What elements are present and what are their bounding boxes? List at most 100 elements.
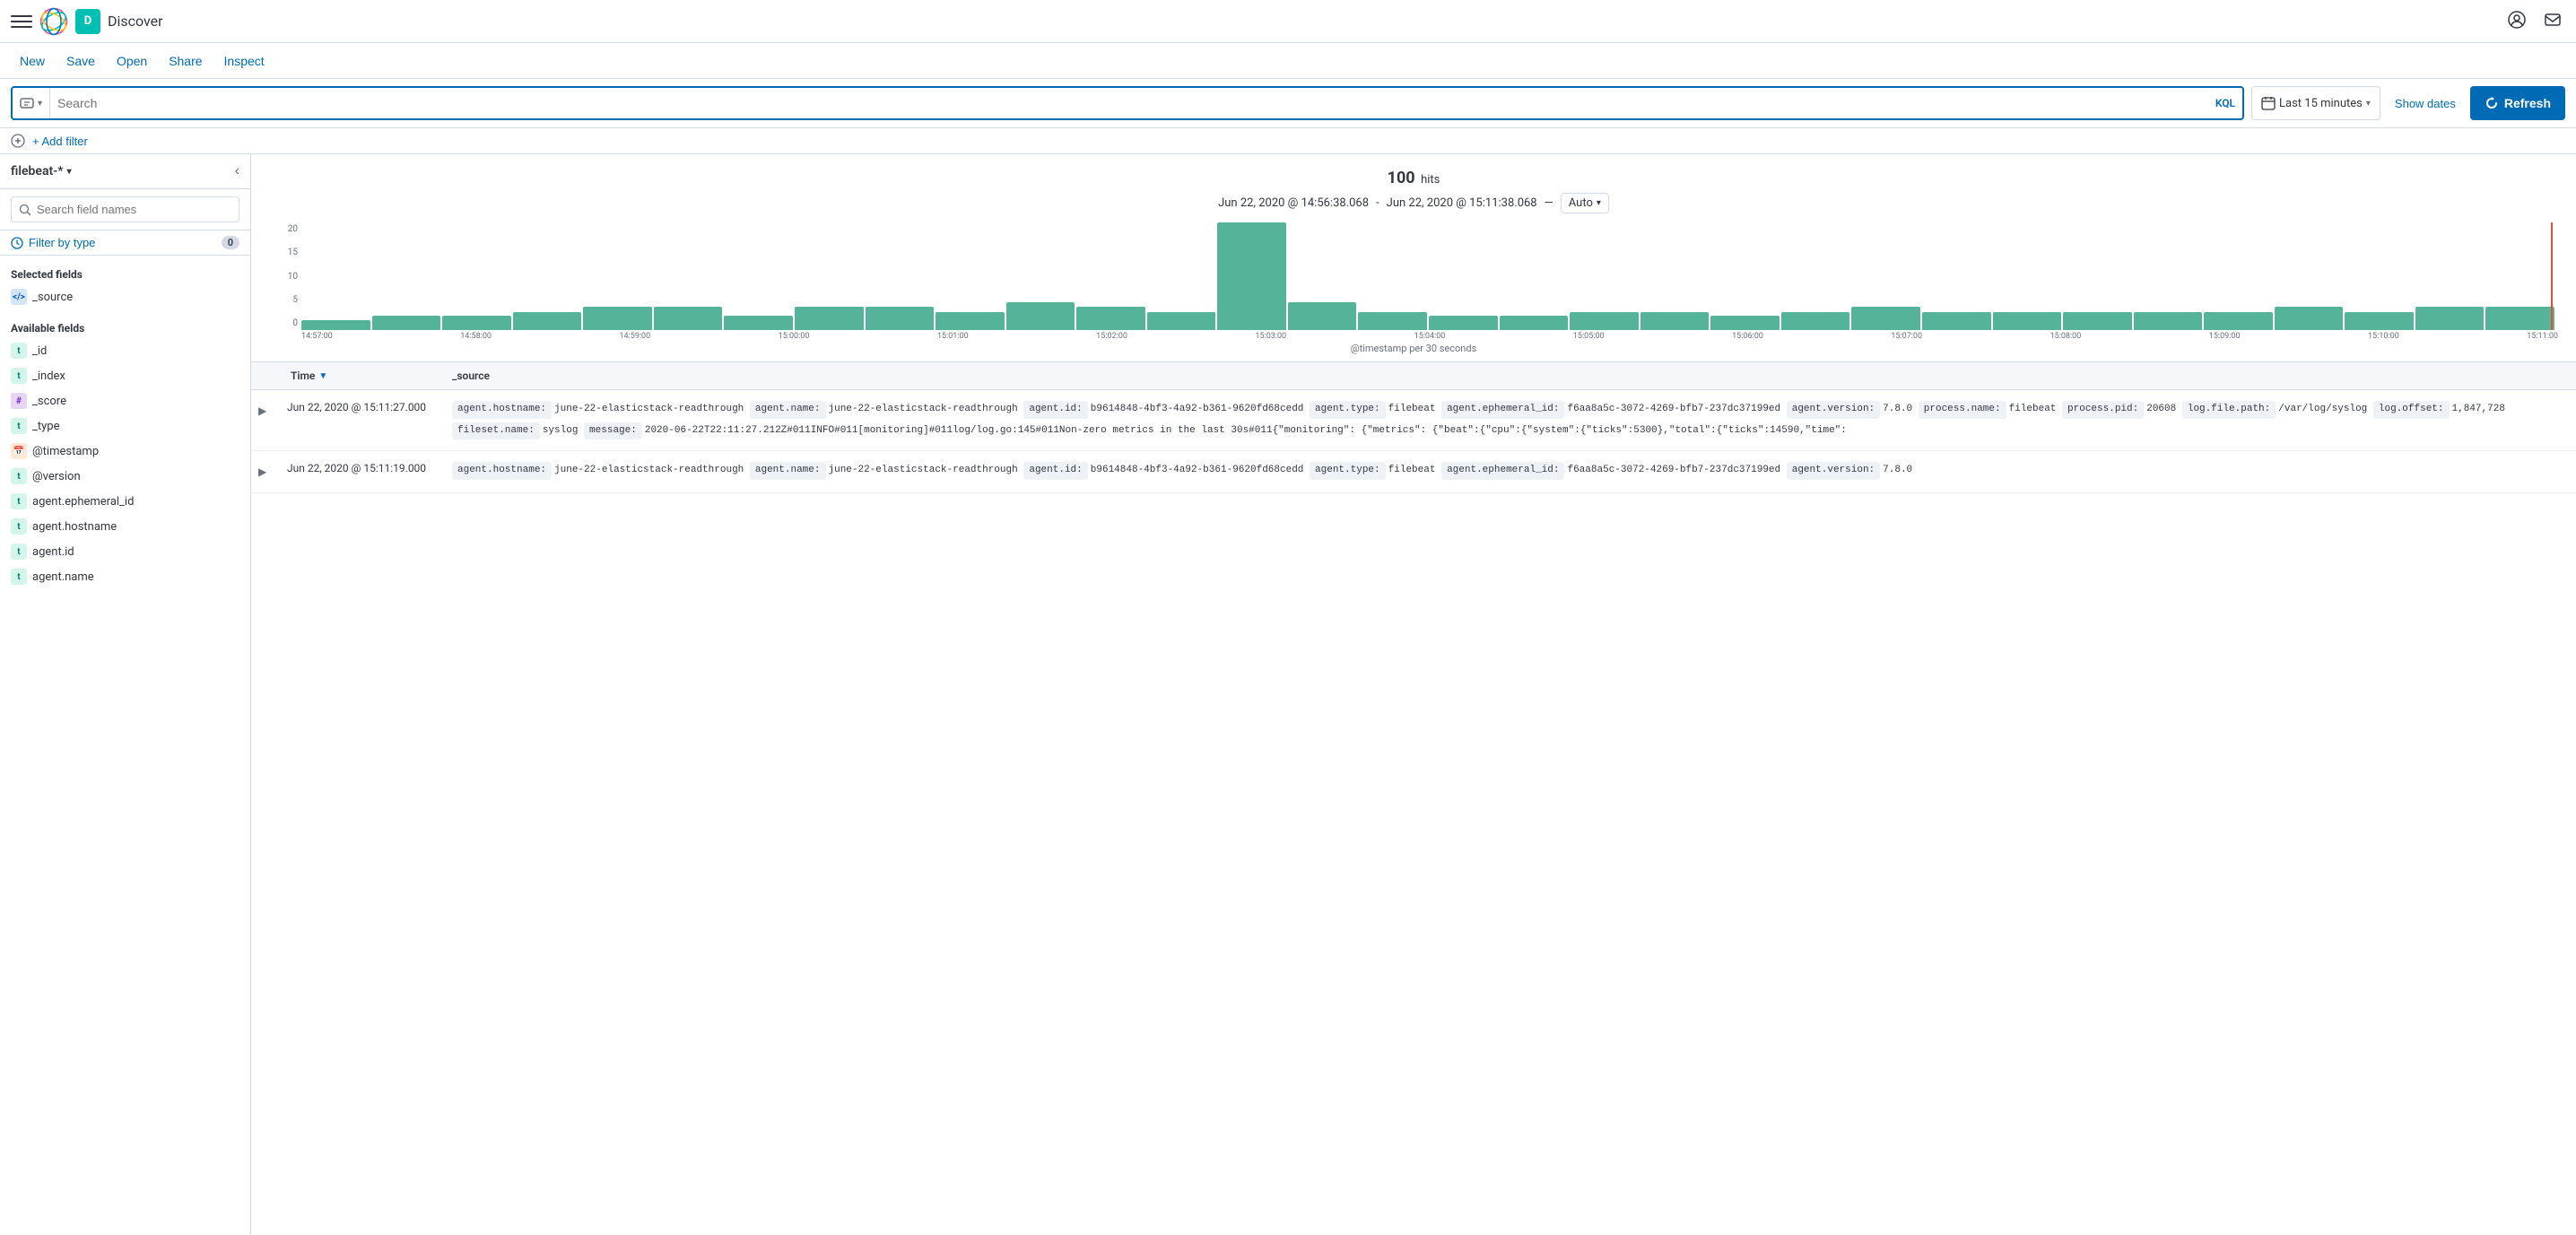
sidebar: filebeat-* ▾ ‹ Filter by type 0 Selected… — [0, 154, 251, 1235]
field-type-icon: # — [11, 393, 27, 409]
time-range-row: Jun 22, 2020 @ 14:56:38.068 - Jun 22, 20… — [269, 193, 2558, 213]
histogram-bar[interactable] — [442, 316, 511, 330]
sidebar-header: filebeat-* ▾ ‹ — [0, 154, 250, 189]
histogram-bar[interactable] — [1922, 312, 1991, 330]
elastic-logo — [39, 7, 68, 36]
search-input[interactable] — [50, 96, 2208, 110]
histogram-bar[interactable] — [2134, 312, 2203, 330]
inspect-button[interactable]: Inspect — [215, 48, 274, 74]
show-dates-button[interactable]: Show dates — [2388, 97, 2463, 110]
sidebar-fields: Selected fields </>_source Available fie… — [0, 256, 250, 1235]
source-field-value: f6aa8a5c-3072-4269-bfb7-237dc37199ed — [1567, 404, 1786, 414]
results-table-head: Time ▼ _source — [251, 362, 2576, 390]
available-field-item[interactable]: t_type — [0, 413, 250, 439]
available-field-item[interactable]: tagent.id — [0, 539, 250, 564]
field-name: agent.name — [32, 570, 94, 584]
histogram-bar[interactable] — [936, 312, 1005, 330]
histogram-bar[interactable] — [1429, 316, 1498, 330]
histogram-bar[interactable] — [1781, 312, 1850, 330]
field-type-icon: t — [11, 418, 27, 434]
histogram-bar[interactable] — [2345, 312, 2414, 330]
top-nav: D Discover — [0, 0, 2576, 43]
histogram-bar[interactable] — [301, 320, 370, 330]
add-filter-button[interactable]: + Add filter — [32, 135, 88, 148]
time-picker[interactable]: Last 15 minutes ▾ — [2251, 86, 2380, 120]
results-body: ▶Jun 22, 2020 @ 15:11:27.000agent.hostna… — [251, 390, 2576, 493]
new-button[interactable]: New — [11, 48, 54, 74]
x-axis-label: 14:59:00 — [619, 332, 650, 341]
search-prefix[interactable]: ▾ — [13, 88, 50, 118]
y-label-10: 10 — [288, 272, 298, 282]
histogram-bar[interactable] — [1993, 312, 2062, 330]
filter-by-type-button[interactable]: Filter by type — [11, 236, 95, 249]
histogram-bar[interactable] — [1076, 307, 1145, 330]
available-field-item[interactable]: t_index — [0, 363, 250, 388]
histogram-bar[interactable] — [1500, 316, 1569, 330]
available-field-item[interactable]: # _score — [0, 388, 250, 413]
x-axis-label: 14:58:00 — [460, 332, 492, 341]
time-col-header[interactable]: Time ▼ — [280, 362, 441, 390]
field-search-input[interactable] — [37, 203, 231, 216]
histogram-bar[interactable] — [1640, 312, 1710, 330]
source-field-key: agent.type: — [1310, 401, 1386, 419]
available-field-item[interactable]: t@version — [0, 464, 250, 489]
histogram-bar[interactable] — [1288, 302, 1357, 330]
bars-container[interactable] — [301, 222, 2554, 330]
histogram-bar[interactable] — [1006, 302, 1075, 330]
field-search-input-wrapper — [11, 196, 239, 222]
histogram-bar[interactable] — [1570, 312, 1639, 330]
available-field-item[interactable]: tagent.name — [0, 564, 250, 589]
refresh-button[interactable]: Refresh — [2470, 86, 2565, 120]
available-field-item[interactable]: t_id — [0, 338, 250, 363]
share-button[interactable]: Share — [160, 48, 211, 74]
x-axis-labels: 14:57:0014:58:0014:59:0015:00:0015:01:00… — [269, 332, 2558, 341]
source-field-key: agent.hostname: — [452, 401, 552, 419]
row-expand-button[interactable]: ▶ — [255, 462, 270, 482]
histogram-bar[interactable] — [372, 316, 441, 330]
source-field-value: b9614848-4bf3-4a92-b361-9620fd68cedd — [1091, 404, 1310, 414]
content-area: 100 hits Jun 22, 2020 @ 14:56:38.068 - J… — [251, 154, 2576, 1235]
hamburger-menu[interactable] — [11, 11, 32, 32]
results-area[interactable]: Time ▼ _source ▶Jun 22, 2020 @ 15:11:27.… — [251, 362, 2576, 1235]
available-field-item[interactable]: 📅@timestamp — [0, 439, 250, 464]
histogram-bar[interactable] — [724, 316, 793, 330]
histogram-bar[interactable] — [2415, 307, 2485, 330]
index-pattern-selector[interactable]: filebeat-* ▾ — [11, 164, 72, 178]
histogram-bar[interactable] — [1147, 312, 1216, 330]
histogram-bar[interactable] — [513, 312, 582, 330]
kql-badge[interactable]: KQL — [2208, 95, 2242, 111]
selected-field-item[interactable]: </>_source — [0, 284, 250, 309]
app-avatar: D — [75, 9, 100, 34]
field-type-icon: </> — [11, 289, 27, 305]
source-field-key: agent.name: — [750, 462, 826, 480]
histogram-bar[interactable] — [866, 307, 935, 330]
interval-selector[interactable]: Auto ▾ — [1561, 193, 1609, 213]
mail-icon[interactable] — [2540, 7, 2565, 35]
chart-container: 100 hits Jun 22, 2020 @ 14:56:38.068 - J… — [251, 154, 2576, 362]
histogram-bar[interactable] — [2063, 312, 2132, 330]
x-axis-label: 14:57:00 — [301, 332, 333, 341]
histogram-bar[interactable] — [1358, 312, 1427, 330]
available-field-item[interactable]: tagent.hostname — [0, 514, 250, 539]
table-row: ▶Jun 22, 2020 @ 15:11:27.000agent.hostna… — [251, 390, 2576, 451]
histogram-bar[interactable] — [583, 307, 652, 330]
histogram-bar[interactable] — [2275, 307, 2344, 330]
source-field-value: 7.8.0 — [1883, 404, 1919, 414]
histogram-wrapper: 20 15 10 5 0 14:57:0014:58:0014:59:0015:… — [269, 222, 2558, 354]
source-field-key: agent.id: — [1023, 401, 1087, 419]
histogram-bar[interactable] — [1217, 222, 1286, 330]
account-icon[interactable] — [2504, 7, 2529, 35]
save-button[interactable]: Save — [57, 48, 104, 74]
histogram-bar[interactable] — [2204, 312, 2273, 330]
histogram-bar[interactable] — [1710, 316, 1780, 330]
field-name: _score — [32, 395, 66, 408]
open-button[interactable]: Open — [108, 48, 156, 74]
source-field-value: 7.8.0 — [1883, 465, 1912, 475]
sidebar-collapse-button[interactable]: ‹ — [235, 163, 239, 179]
row-expand-button[interactable]: ▶ — [255, 401, 270, 421]
histogram-bar[interactable] — [654, 307, 723, 330]
histogram-bar[interactable] — [2485, 307, 2554, 330]
available-field-item[interactable]: tagent.ephemeral_id — [0, 489, 250, 514]
histogram-bar[interactable] — [795, 307, 864, 330]
histogram-bar[interactable] — [1851, 307, 1920, 330]
